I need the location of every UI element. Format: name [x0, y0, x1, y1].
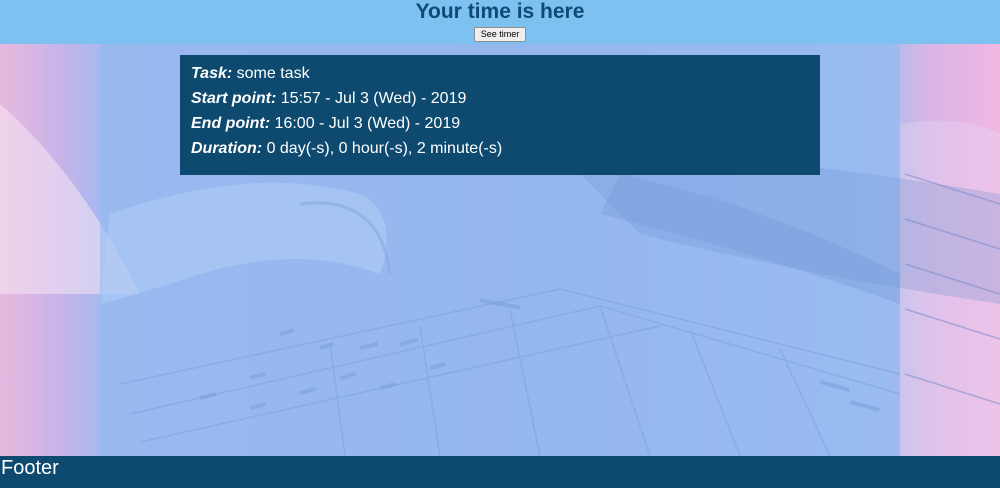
start-point-label: Start point:	[191, 90, 277, 107]
duration-label: Duration:	[191, 140, 263, 157]
start-point-value: 15:57 - Jul 3 (Wed) - 2019	[280, 90, 467, 107]
end-point-row: End point: 16:00 - Jul 3 (Wed) - 2019	[191, 113, 809, 138]
task-row: Task: some task	[191, 63, 809, 88]
task-details-card: Task: some task Start point: 15:57 - Jul…	[180, 55, 820, 175]
page-header: Your time is here See timer	[0, 0, 1000, 44]
see-timer-button[interactable]: See timer	[473, 27, 527, 42]
start-point-row: Start point: 15:57 - Jul 3 (Wed) - 2019	[191, 88, 809, 113]
page-footer: Footer	[0, 456, 1000, 488]
duration-value: 0 day(-s), 0 hour(-s), 2 minute(-s)	[266, 140, 503, 157]
end-point-label: End point:	[191, 115, 271, 132]
task-value: some task	[236, 65, 310, 82]
duration-row: Duration: 0 day(-s), 0 hour(-s), 2 minut…	[191, 138, 809, 163]
task-label: Task:	[191, 65, 233, 82]
page-title: Your time is here	[415, 0, 585, 23]
end-point-value: 16:00 - Jul 3 (Wed) - 2019	[274, 115, 461, 132]
footer-text: Footer	[1, 457, 59, 479]
